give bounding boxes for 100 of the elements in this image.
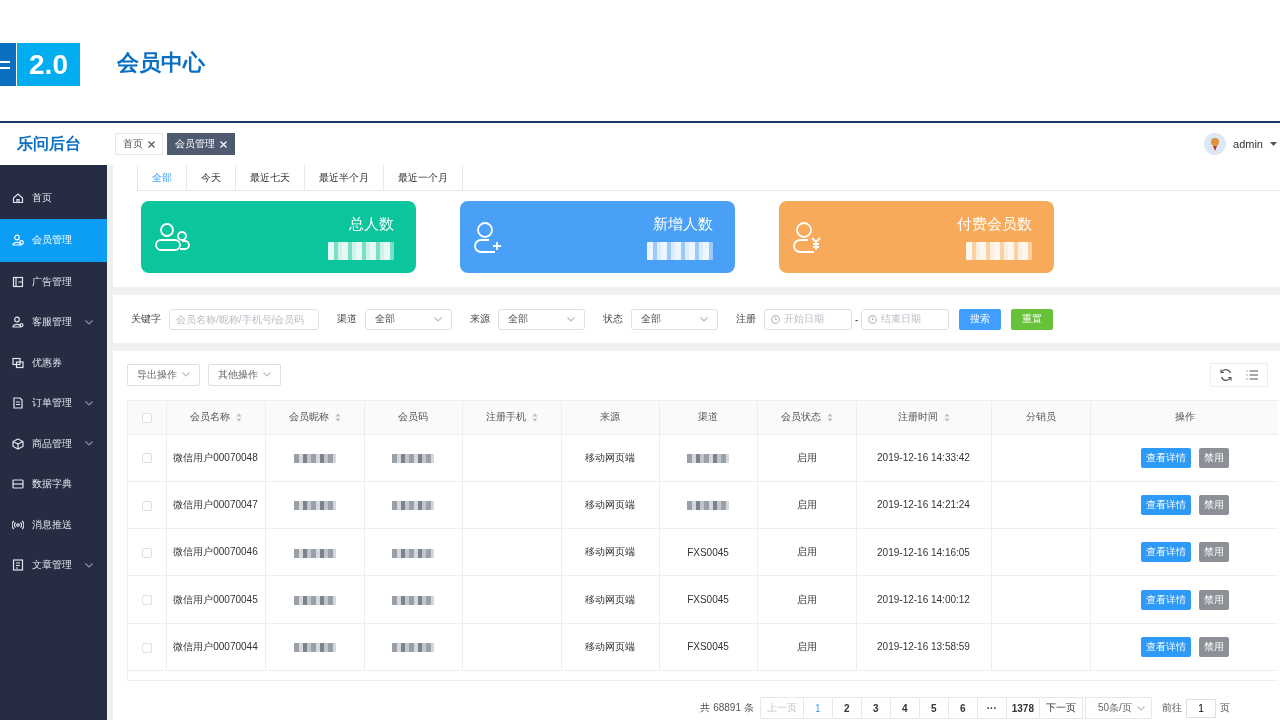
blurred-number bbox=[647, 241, 713, 260]
row-checkbox[interactable] bbox=[141, 595, 152, 606]
chevron-down-icon bbox=[1137, 705, 1145, 711]
article-icon bbox=[12, 559, 24, 572]
row-checkbox[interactable] bbox=[141, 547, 152, 558]
table-cell: 启用 bbox=[796, 593, 817, 605]
column-header: 来源 bbox=[600, 410, 620, 425]
filter-label: 状态 bbox=[603, 312, 623, 326]
sidebar-item[interactable]: 首页 bbox=[0, 178, 107, 219]
table-cell: FXS0045 bbox=[687, 594, 729, 606]
sidebar-item[interactable]: 消息推送 bbox=[0, 504, 107, 545]
dropdown-button[interactable]: 其他操作 bbox=[208, 363, 281, 386]
table-cell: 2019-12-16 14:33:42 bbox=[877, 452, 970, 464]
blurred-text bbox=[392, 643, 434, 653]
table-cell: 2019-12-16 14:21:24 bbox=[877, 499, 970, 511]
blurred-text bbox=[293, 454, 336, 463]
table-cell: 移动网页端 bbox=[585, 546, 635, 558]
page-button[interactable]: 4 bbox=[890, 697, 920, 719]
home-icon bbox=[12, 192, 24, 205]
table-cell: 2019-12-16 14:16:05 bbox=[877, 546, 970, 558]
close-icon bbox=[220, 140, 227, 148]
blurred-text bbox=[392, 548, 434, 558]
app-logo: 乐问后台 bbox=[16, 133, 82, 154]
row-checkbox[interactable] bbox=[141, 453, 152, 464]
sidebar-item[interactable]: 优惠券 bbox=[0, 342, 107, 383]
chevron-down-icon bbox=[263, 372, 271, 377]
sidebar-item[interactable]: 客服管理 bbox=[0, 302, 107, 343]
page-button[interactable]: ··· bbox=[977, 697, 1007, 719]
column-header: 会员码 bbox=[398, 410, 428, 425]
page-tab[interactable]: 会员管理 bbox=[167, 133, 235, 155]
dictionary-icon bbox=[12, 478, 24, 491]
blurred-text bbox=[392, 454, 434, 463]
blurred-text bbox=[293, 643, 336, 653]
sidebar-item[interactable]: 商品管理 bbox=[0, 423, 107, 464]
period-tab[interactable]: 最近一个月 bbox=[384, 165, 463, 190]
table-cell: 微信用户00070044 bbox=[173, 640, 258, 652]
period-tab[interactable]: 最近半个月 bbox=[305, 165, 384, 190]
page-button[interactable]: 1378 bbox=[1006, 697, 1040, 719]
blurred-number bbox=[966, 241, 1032, 260]
column-header: 操作 bbox=[1174, 410, 1195, 425]
blurred-text bbox=[293, 501, 336, 511]
table-cell: 微信用户00070047 bbox=[173, 498, 258, 510]
chevron-down-icon bbox=[567, 316, 575, 322]
table-cell: FXS0045 bbox=[687, 546, 729, 558]
slide-title: 会员中心 bbox=[117, 49, 205, 77]
sidebar-item[interactable]: 文章管理 bbox=[0, 545, 107, 586]
blurred-number bbox=[328, 241, 394, 260]
column-header: 渠道 bbox=[698, 410, 718, 425]
next-page-button[interactable]: 下一页 bbox=[1040, 697, 1083, 719]
table-cell: 2019-12-16 13:58:59 bbox=[877, 641, 970, 653]
column-header: 注册手机 bbox=[485, 410, 526, 425]
column-header: 分销员 bbox=[1025, 410, 1056, 425]
filter-label: 渠道 bbox=[337, 312, 357, 326]
table-cell: 微信用户00070048 bbox=[173, 451, 258, 463]
list-icon bbox=[1245, 367, 1259, 382]
select-all-checkbox[interactable] bbox=[141, 412, 152, 423]
filter-label: 来源 bbox=[470, 312, 490, 326]
period-tab[interactable]: 最近七天 bbox=[236, 165, 305, 190]
page-suffix: 页 bbox=[1220, 701, 1230, 715]
table-cell: 启用 bbox=[796, 546, 817, 558]
row-checkbox[interactable] bbox=[141, 642, 152, 653]
page-tab[interactable]: 首页 bbox=[115, 133, 163, 155]
goto-label: 前往 bbox=[1162, 701, 1182, 715]
select-field[interactable]: 全部 bbox=[365, 308, 452, 330]
stat-title: 付费会员数 bbox=[957, 214, 1032, 234]
table-cell: 2019-12-16 14:00:12 bbox=[877, 594, 970, 606]
blurred-text bbox=[293, 548, 336, 558]
page-button[interactable]: 6 bbox=[948, 697, 978, 719]
select-field[interactable]: 全部 bbox=[498, 308, 585, 330]
sidebar-item[interactable]: 订单管理 bbox=[0, 383, 107, 424]
page-button[interactable]: 5 bbox=[919, 697, 949, 719]
filter-label: 关键字 bbox=[131, 312, 161, 326]
user-name[interactable]: admin bbox=[1233, 138, 1263, 150]
column-header: 会员名称 bbox=[189, 410, 230, 425]
filter-label: 注册 bbox=[736, 312, 756, 326]
column-header: 注册时间 bbox=[897, 410, 938, 425]
person-yen-icon bbox=[792, 221, 822, 253]
page-button[interactable]: 2 bbox=[832, 697, 862, 719]
page-number-field[interactable]: 1 bbox=[1186, 698, 1216, 718]
select-field[interactable]: 全部 bbox=[631, 308, 718, 330]
sidebar-item[interactable]: 广告管理 bbox=[0, 261, 107, 302]
blurred-text bbox=[392, 501, 434, 511]
equals-mark bbox=[0, 43, 16, 86]
avatar-icon bbox=[1204, 133, 1227, 155]
column-header: 会员状态 bbox=[780, 410, 821, 425]
sidebar-item[interactable]: 数据字典 bbox=[0, 464, 107, 505]
stat-title: 新增人数 bbox=[653, 214, 713, 234]
dropdown-button[interactable]: 导出操作 bbox=[127, 363, 200, 386]
billboard-icon bbox=[12, 275, 24, 288]
period-tab[interactable]: 今天 bbox=[187, 165, 236, 190]
section-number: 2.0 bbox=[17, 43, 80, 86]
refresh-icon bbox=[1219, 367, 1233, 382]
coupon-icon bbox=[12, 356, 24, 369]
blurred-text bbox=[687, 454, 729, 463]
blurred-text bbox=[392, 595, 434, 605]
table-cell: 微信用户00070046 bbox=[173, 546, 258, 558]
table-cell: 启用 bbox=[796, 498, 817, 510]
row-checkbox[interactable] bbox=[141, 500, 152, 511]
page-button[interactable]: 3 bbox=[861, 697, 891, 719]
page-size-select[interactable]: 50条/页 bbox=[1085, 697, 1152, 719]
